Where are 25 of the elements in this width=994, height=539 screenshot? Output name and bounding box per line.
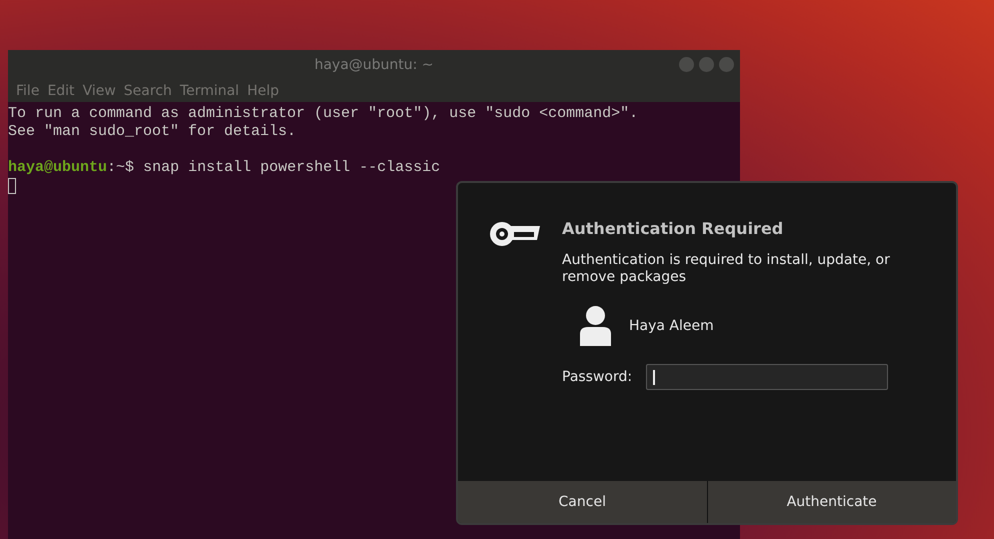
person-icon xyxy=(580,306,611,346)
terminal-output: See "man sudo_root" for details. xyxy=(8,123,296,141)
password-label: Password: xyxy=(562,369,632,385)
window-title: haya@ubuntu: ~ xyxy=(314,57,434,73)
menu-item[interactable]: Help xyxy=(243,83,283,99)
menu-item[interactable]: Terminal xyxy=(176,83,244,99)
menu-item[interactable]: Search xyxy=(120,83,176,99)
dialog-title: Authentication Required xyxy=(562,219,784,238)
close-button[interactable] xyxy=(719,57,734,72)
menu-item[interactable]: File xyxy=(12,83,44,99)
key-icon xyxy=(490,219,540,249)
menu-item[interactable]: Edit xyxy=(43,83,79,99)
terminal-command: snap install powershell --classic xyxy=(143,159,440,177)
dialog-message: Authentication is required to install, update, or remove packages xyxy=(562,252,891,286)
terminal-output: To run a command as administrator (user "root"), use "sudo <command>". xyxy=(8,105,638,123)
password-field[interactable] xyxy=(646,364,888,390)
prompt-path: :~$ xyxy=(107,159,134,177)
text-caret xyxy=(653,370,656,384)
user-name: Haya Aleem xyxy=(629,318,714,334)
menu-item[interactable]: View xyxy=(78,83,120,99)
maximize-button[interactable] xyxy=(699,57,714,72)
minimize-button[interactable] xyxy=(679,57,694,72)
dialog-button[interactable]: Authenticate xyxy=(706,481,956,523)
terminal-cursor xyxy=(8,178,16,194)
prompt-user: haya@ubuntu xyxy=(8,159,108,177)
